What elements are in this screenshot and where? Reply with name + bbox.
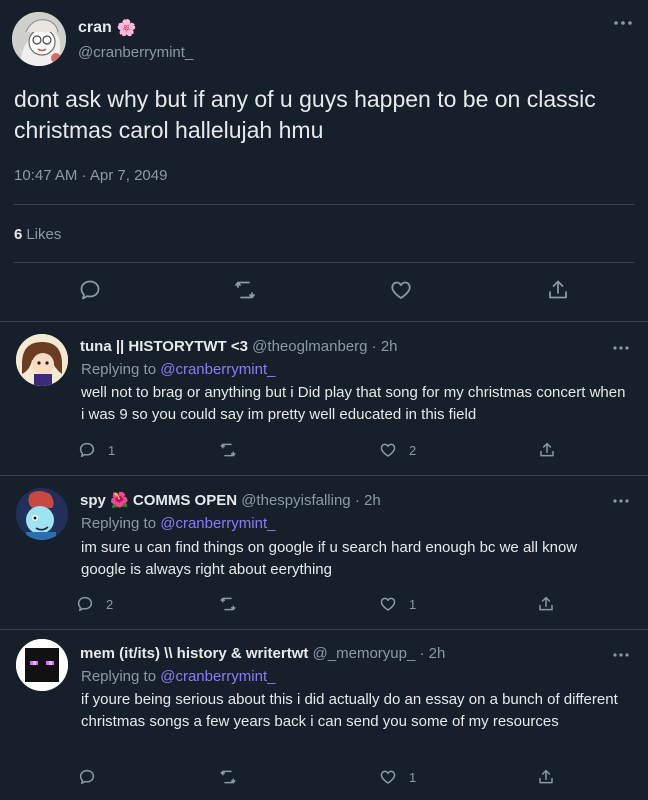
separator-dot: · — [419, 645, 425, 662]
like-count: 1 — [409, 769, 417, 785]
reply-icon — [77, 596, 93, 612]
likes-label: Likes — [26, 226, 62, 243]
separator-dot: · — [371, 338, 377, 355]
share-icon — [540, 442, 554, 457]
likes-count: 6 — [14, 226, 23, 243]
share-icon — [539, 596, 553, 611]
avatar[interactable] — [12, 12, 66, 66]
more-icon[interactable] — [612, 497, 630, 505]
share-button[interactable] — [538, 441, 568, 459]
separator-dot: · — [354, 492, 360, 509]
reply-author-name[interactable]: mem (it/its) \\ history & writertwt — [80, 645, 308, 662]
reply-author-handle[interactable]: @theoglmanberg — [252, 338, 367, 355]
tweet-timestamp[interactable]: 10:47 AM · Apr 7, 2049 — [14, 167, 167, 184]
reply-text: if youre being serious about this i did … — [81, 691, 618, 730]
reply-tweet[interactable]: mem (it/its) \\ history & writertwt @_me… — [0, 630, 648, 800]
retweet-button[interactable] — [219, 441, 249, 459]
like-icon[interactable] — [389, 278, 413, 302]
retweet-icon — [220, 770, 236, 784]
reply-text: well not to brag or anything but i Did p… — [81, 384, 626, 423]
tweet-thread: cran 🌸 @cranberrymint_ dont ask why but … — [0, 0, 648, 800]
reply-count: 1 — [108, 442, 116, 458]
reply-author-handle[interactable]: @thespyisfalling — [241, 492, 350, 509]
avatar[interactable] — [16, 639, 68, 691]
share-icon — [539, 769, 553, 784]
reply-icon[interactable] — [78, 278, 102, 302]
divider — [14, 204, 634, 205]
reply-count: 2 — [106, 596, 114, 612]
reply-button[interactable] — [78, 768, 108, 786]
replying-to-mention[interactable]: @cranberrymint_ — [160, 361, 275, 378]
likes-count-link[interactable]: 6 Likes — [14, 226, 61, 243]
retweet-button[interactable] — [219, 768, 249, 786]
reply-header: spy 🌺 COMMS OPEN @thespyisfalling · 2h — [80, 491, 381, 509]
retweet-icon — [220, 443, 236, 457]
share-button[interactable] — [537, 768, 567, 786]
author-handle[interactable]: @cranberrymint_ — [78, 44, 193, 61]
flower-emoji: 🌸 — [116, 20, 137, 37]
author-name[interactable]: cran — [78, 19, 112, 37]
reply-time[interactable]: 2h — [364, 492, 381, 509]
replying-to-mention[interactable]: @cranberrymint_ — [160, 515, 275, 532]
like-button[interactable]: 2 — [379, 441, 416, 459]
more-icon[interactable] — [612, 344, 630, 352]
reply-header: mem (it/its) \\ history & writertwt @_me… — [80, 645, 445, 662]
like-button[interactable]: 1 — [379, 595, 416, 613]
like-count: 1 — [409, 596, 417, 612]
tweet-text: dont ask why but if any of u guys happen… — [14, 86, 596, 143]
more-icon[interactable] — [612, 651, 630, 659]
like-icon — [380, 597, 396, 611]
replying-to-mention[interactable]: @cranberrymint_ — [160, 668, 275, 685]
retweet-icon — [220, 597, 236, 611]
main-tweet: cran 🌸 @cranberrymint_ dont ask why but … — [0, 0, 648, 322]
share-button[interactable] — [537, 595, 567, 613]
reply-header: tuna || HISTORYTWT <3 @theoglmanberg · 2… — [80, 338, 398, 355]
replying-to: Replying to @cranberrymint_ — [81, 668, 275, 685]
retweet-button[interactable] — [219, 595, 249, 613]
replying-to-label: Replying to — [81, 668, 157, 685]
replying-to: Replying to @cranberrymint_ — [81, 361, 275, 378]
reply-author-name[interactable]: tuna || HISTORYTWT <3 — [80, 338, 248, 355]
reply-button[interactable]: 1 — [78, 441, 115, 459]
reply-author-handle[interactable]: @_memoryup_ — [313, 645, 416, 662]
reply-button[interactable]: 2 — [76, 595, 113, 613]
avatar[interactable] — [16, 334, 68, 386]
author-name-row[interactable]: cran 🌸 — [78, 18, 137, 38]
more-icon[interactable] — [612, 14, 634, 32]
like-button[interactable]: 1 — [379, 768, 416, 786]
reply-time[interactable]: 2h — [429, 645, 446, 662]
retweet-icon[interactable] — [233, 278, 257, 302]
avatar[interactable] — [16, 488, 68, 540]
reply-time[interactable]: 2h — [381, 338, 398, 355]
divider — [14, 262, 634, 263]
reply-icon — [79, 442, 95, 458]
reply-tweet[interactable]: spy 🌺 COMMS OPEN @thespyisfalling · 2h R… — [0, 476, 648, 630]
share-icon[interactable] — [546, 278, 570, 302]
replying-to-label: Replying to — [81, 515, 157, 532]
replying-to: Replying to @cranberrymint_ — [81, 515, 275, 532]
reply-author-name[interactable]: spy 🌺 COMMS OPEN — [80, 492, 237, 509]
like-count: 2 — [409, 442, 417, 458]
like-icon — [380, 770, 396, 784]
reply-icon — [79, 769, 95, 785]
reply-text: im sure u can find things on google if u… — [81, 539, 578, 578]
reply-tweet[interactable]: tuna || HISTORYTWT <3 @theoglmanberg · 2… — [0, 322, 648, 476]
like-icon — [380, 443, 396, 457]
replying-to-label: Replying to — [81, 361, 157, 378]
